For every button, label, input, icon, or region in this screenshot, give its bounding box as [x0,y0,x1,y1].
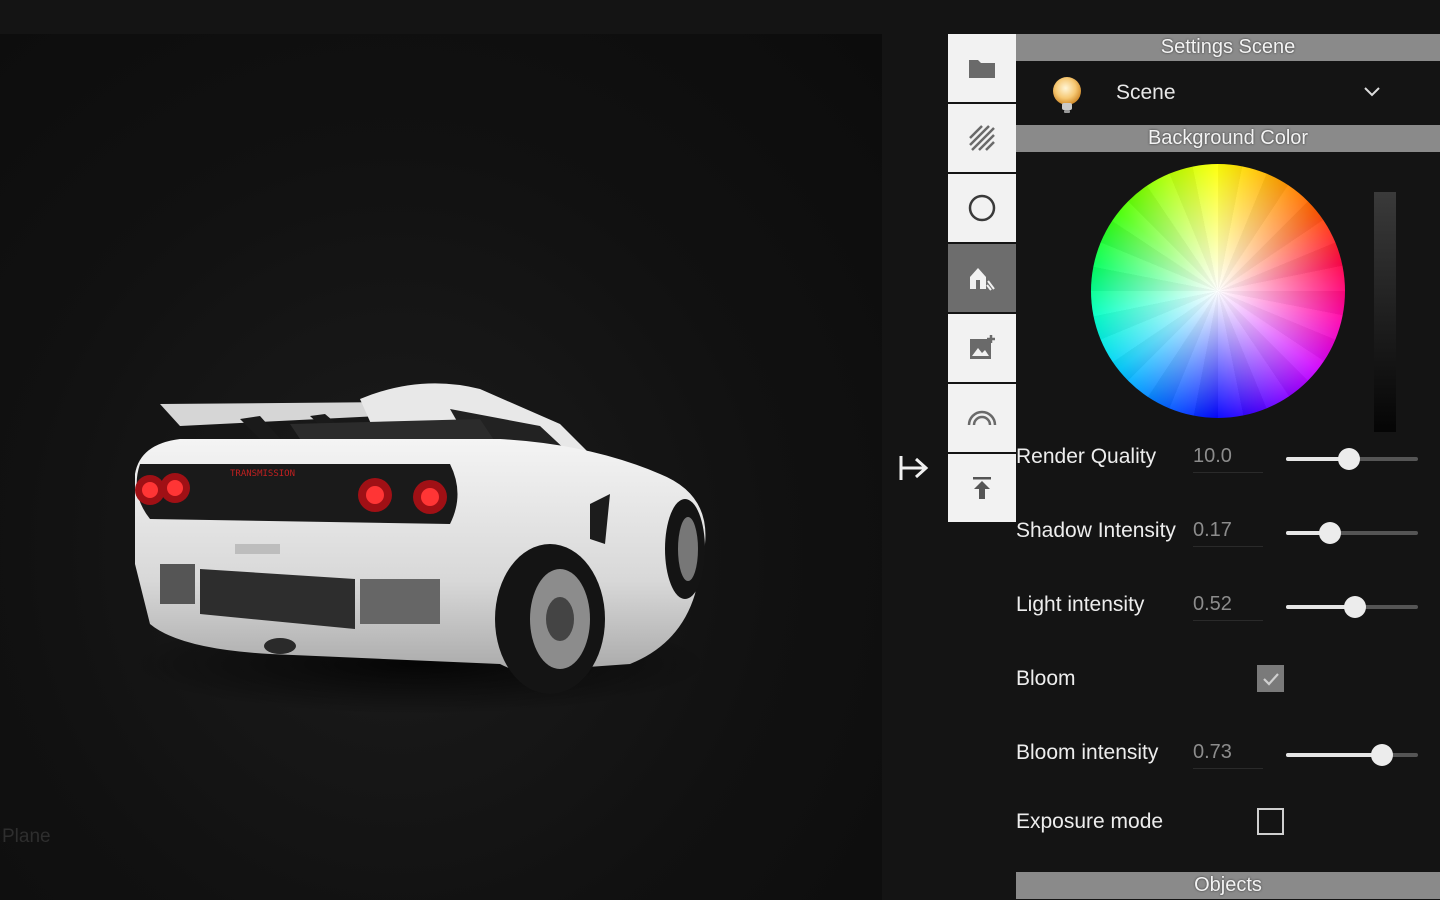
settings-panel: Settings Scene Scene Background Color Re… [1016,34,1440,900]
environment-arc-icon [967,410,997,426]
scene-selector[interactable]: Scene [1016,61,1440,125]
scene-light-icon [970,268,995,291]
light-bulb-icon [1053,77,1081,113]
svg-text:TRANSMISSION: TRANSMISSION [230,469,295,479]
render-quality-value[interactable]: 10.0 [1193,445,1263,473]
background-color-picker [1016,152,1440,440]
shadow-intensity-value[interactable]: 0.17 [1193,519,1263,547]
slider-thumb[interactable] [1318,522,1341,544]
light-intensity-value[interactable]: 0.52 [1193,593,1263,621]
exposure-mode-checkbox[interactable] [1257,808,1284,835]
slider-thumb[interactable] [1371,744,1394,766]
color-wheel[interactable] [1091,164,1345,418]
bloom-row: Bloom [1016,662,1440,736]
brightness-slider[interactable] [1374,192,1396,432]
viewport-3d[interactable]: TRANSMISSION Plane [0,34,882,900]
objects-header[interactable]: Objects [1016,872,1440,899]
bloom-intensity-slider[interactable] [1286,744,1418,766]
scene-settings-button[interactable] [948,244,1016,312]
folder-icon [969,60,995,78]
chevron-down-icon [1364,87,1380,97]
background-image-button[interactable] [948,314,1016,382]
render-quality-row: Render Quality 10.0 [1016,440,1440,514]
bloom-intensity-value[interactable]: 0.73 [1193,741,1263,769]
background-color-header: Background Color [1016,125,1440,152]
open-file-button[interactable] [948,34,1016,102]
material-button[interactable] [948,174,1016,242]
circle-material-icon [968,194,996,222]
shadow-intensity-slider[interactable] [1286,522,1418,544]
bloom-checkbox[interactable] [1257,665,1284,692]
slider-thumb[interactable] [1343,596,1366,618]
slider-thumb[interactable] [1338,448,1361,470]
light-intensity-slider[interactable] [1286,596,1418,618]
exposure-mode-label: Exposure mode [1016,810,1164,833]
collapse-panel-button[interactable] [895,450,933,486]
texture-hatch-icon [969,125,995,151]
checkmark-icon [1262,672,1279,686]
bloom-intensity-row: Bloom intensity 0.73 [1016,736,1440,810]
export-button[interactable] [948,454,1016,522]
render-quality-label: Render Quality [1016,445,1157,468]
bloom-intensity-label: Bloom intensity [1016,741,1159,764]
texture-button[interactable] [948,104,1016,172]
scene-selector-label: Scene [1116,81,1176,104]
arrow-right-bar-icon [899,456,929,480]
tool-sidebar [948,34,1016,524]
image-add-icon [970,335,995,359]
shadow-intensity-label: Shadow Intensity [1016,519,1176,542]
settings-scene-header: Settings Scene [1016,34,1440,61]
environment-button[interactable] [948,384,1016,452]
bloom-label: Bloom [1016,667,1076,690]
app-root: TRANSMISSION Plane Settings Scene Scene … [0,0,1440,900]
upload-icon [973,477,991,499]
render-quality-slider[interactable] [1286,448,1418,470]
car-model[interactable]: TRANSMISSION [120,364,720,714]
shadow-intensity-row: Shadow Intensity 0.17 [1016,514,1440,588]
light-intensity-label: Light intensity [1016,593,1145,616]
exposure-mode-row: Exposure mode [1016,808,1440,872]
plane-object-label: Plane [2,826,51,847]
light-intensity-row: Light intensity 0.52 [1016,588,1440,662]
